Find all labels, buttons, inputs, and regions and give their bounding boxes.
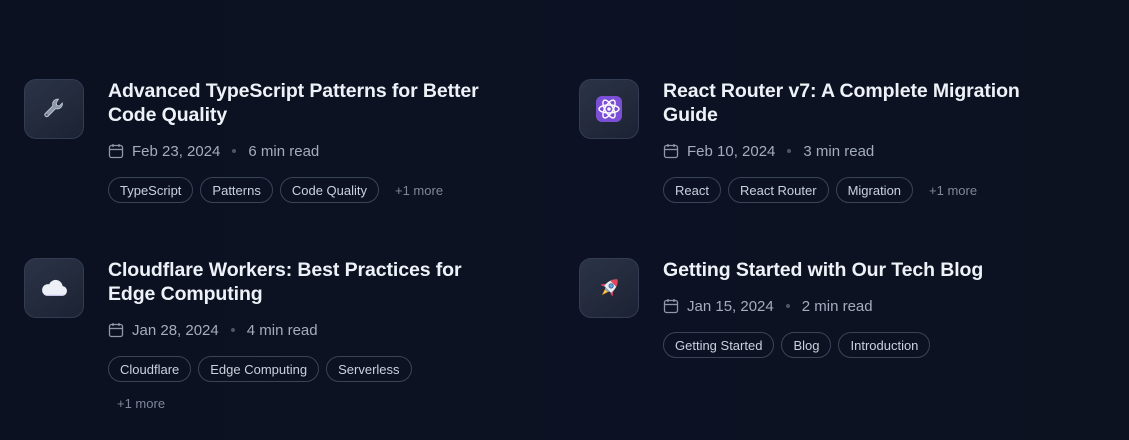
tag-chip[interactable]: Introduction: [838, 332, 931, 358]
post-tags: Getting Started Blog Introduction: [663, 332, 1043, 358]
post-meta: Feb 10, 2024 3 min read: [663, 141, 1043, 161]
post-date: Jan 15, 2024: [687, 297, 774, 315]
post-meta: Jan 28, 2024 4 min read: [108, 320, 488, 340]
separator-dot: [232, 149, 237, 153]
separator-dot: [785, 304, 790, 308]
calendar-icon: [663, 298, 679, 314]
tag-chip[interactable]: Code Quality: [279, 177, 379, 203]
post-title[interactable]: React Router v7: A Complete Migration Gu…: [663, 79, 1043, 127]
post-icon-box: [579, 258, 639, 318]
tag-chip[interactable]: Edge Computing: [198, 356, 320, 382]
post-date: Feb 23, 2024: [132, 142, 221, 160]
atom-icon: [596, 96, 622, 122]
calendar-icon: [663, 143, 679, 159]
post-icon-box: [579, 79, 639, 139]
post-icon-box: [24, 79, 84, 139]
more-tags-label: +1 more: [929, 182, 978, 198]
tag-chip[interactable]: Patterns: [200, 177, 273, 203]
post-meta: Feb 23, 2024 6 min read: [108, 141, 488, 161]
post-title[interactable]: Advanced TypeScript Patterns for Better …: [108, 79, 488, 127]
cloud-icon: [42, 279, 67, 296]
more-tags-label: +1 more: [395, 182, 444, 198]
post-date: Feb 10, 2024: [687, 142, 776, 160]
post-date: Jan 28, 2024: [132, 321, 219, 339]
calendar-icon: [108, 143, 124, 159]
more-tags-label: +1 more: [117, 396, 166, 411]
separator-dot: [787, 149, 792, 153]
post-read-time: 2 min read: [801, 297, 873, 315]
post-read-time: 6 min read: [248, 142, 320, 160]
wrench-icon: [44, 98, 63, 118]
tag-chip[interactable]: Cloudflare: [108, 356, 192, 382]
post-meta: Jan 15, 2024 2 min read: [663, 296, 1043, 316]
tag-chip[interactable]: React: [663, 177, 721, 203]
post-tags: TypeScript Patterns Code Quality +1 more: [108, 177, 488, 203]
tag-chip[interactable]: React Router: [727, 177, 829, 203]
tag-chip[interactable]: Getting Started: [663, 332, 775, 358]
separator-dot: [230, 328, 235, 332]
post-tags: Cloudflare Edge Computing Serverless +1 …: [108, 356, 448, 411]
post-title[interactable]: Getting Started with Our Tech Blog: [663, 258, 1043, 282]
post-tags: React React Router Migration +1 more: [663, 177, 1043, 203]
post-icon-box: [24, 258, 84, 318]
tag-chip[interactable]: Blog: [781, 332, 832, 358]
post-read-time: 4 min read: [246, 321, 318, 339]
post-title[interactable]: Cloudflare Workers: Best Practices for E…: [108, 258, 488, 306]
rocket-icon: [600, 279, 618, 297]
post-read-time: 3 min read: [803, 142, 875, 160]
calendar-icon: [108, 322, 124, 338]
tag-chip[interactable]: Migration: [835, 177, 914, 203]
tag-chip[interactable]: Serverless: [326, 356, 412, 382]
tag-chip[interactable]: TypeScript: [108, 177, 194, 203]
